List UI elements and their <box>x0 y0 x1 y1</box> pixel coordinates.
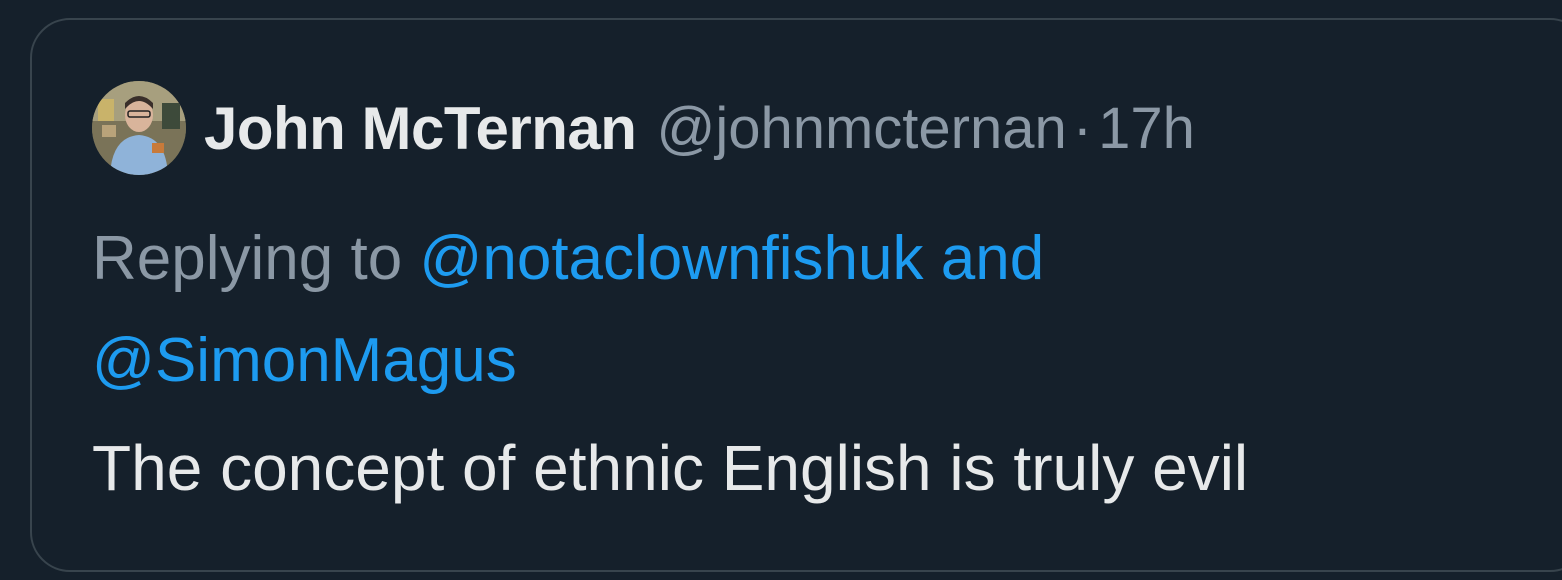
avatar[interactable] <box>92 81 186 175</box>
timestamp[interactable]: 17h <box>1098 95 1195 162</box>
tweet-text: The concept of ethnic English is truly e… <box>92 432 1249 504</box>
replying-to: Replying to @notaclownfishuk and @SimonM… <box>92 208 1392 412</box>
replying-to-label: Replying to <box>92 224 403 293</box>
mention-link[interactable]: @notaclownfishuk <box>419 224 923 293</box>
mention-link[interactable]: @SimonMagus <box>92 326 517 395</box>
separator-dot: · <box>1072 95 1093 161</box>
avatar-image <box>92 81 186 175</box>
author-name[interactable]: John McTernan <box>204 94 637 163</box>
mention-joiner[interactable]: and <box>941 224 1044 293</box>
author-handle[interactable]: @johnmcternan <box>656 95 1066 162</box>
tweet-header: John McTernan @johnmcternan · 17h <box>92 78 1195 178</box>
